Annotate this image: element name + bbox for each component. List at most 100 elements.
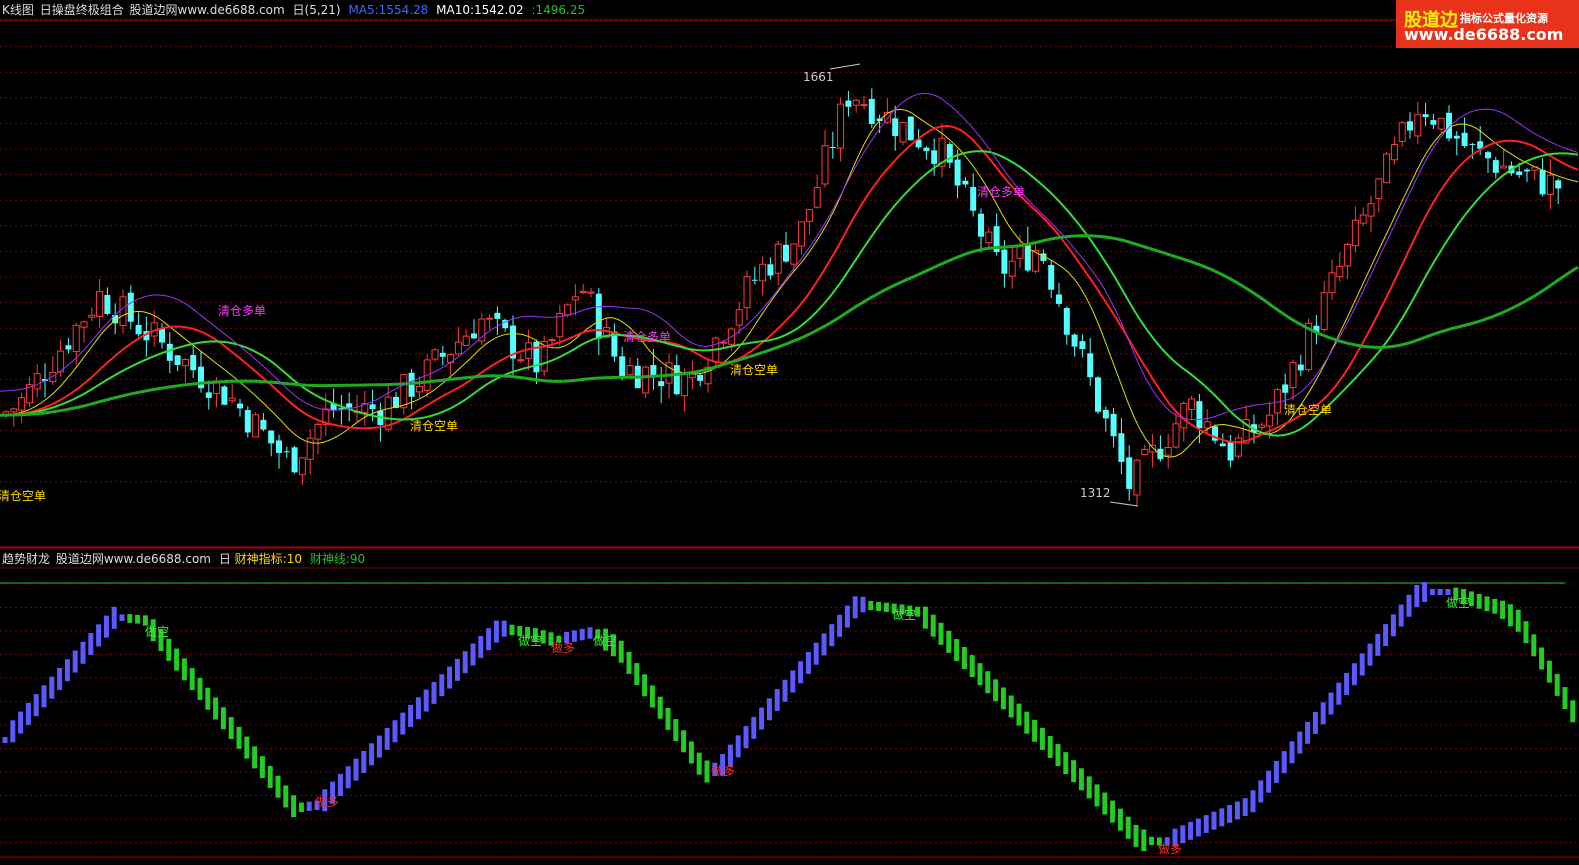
oscillator-bar [376,735,382,758]
oscillator-bar [478,635,484,658]
indicator-readout: 财神指标:10 [234,552,302,566]
trade-signal-label: 做空 [593,633,617,648]
oscillator-bar [1242,798,1248,817]
oscillator-bar [174,648,180,671]
oscillator-bar [1437,589,1443,595]
oscillator-bar [283,785,289,808]
oscillator-bar [696,752,702,775]
oscillator-bar [1055,744,1061,767]
oscillator-bar [829,624,835,647]
oscillator-bar [80,641,86,664]
oscillator-bar [135,614,141,624]
oscillator-bar [813,642,819,665]
oscillator-bar [1492,598,1498,614]
oscillator-bar [1039,727,1045,750]
oscillator-bar [1289,741,1295,764]
oscillator-bar [782,679,788,702]
oscillator-bar [236,726,242,749]
oscillator-bar [883,602,889,612]
oscillator-bar [267,765,273,788]
oscillator-bar [1094,784,1100,807]
oscillator-bar [1531,634,1537,657]
oscillator-bar [642,674,648,697]
oscillator-bar [103,615,109,638]
oscillator-bar [1047,735,1053,758]
oscillator-bar [1383,624,1389,647]
oscillator-bar [751,716,757,739]
oscillator-bar [1507,604,1513,627]
oscillator-bar [259,756,265,779]
oscillator-bar [1258,780,1264,803]
oscillator-bar [1562,687,1568,710]
oscillator-bar [985,671,991,694]
oscillator-bar [10,720,16,743]
oscillator-bar [228,717,234,740]
oscillator-bar [961,647,967,670]
oscillator-bar [1266,770,1272,793]
indicator-chart[interactable]: 做空做多做空 做多 做空做多做空做多做空 [0,0,1579,865]
oscillator-bar [1110,800,1116,823]
brand-logo[interactable]: 股道边 指标公式量化资源 www.de6688.com [1396,0,1579,48]
oscillator-bar [1219,808,1225,827]
oscillator-bar [844,605,850,628]
oscillator-bar [1312,712,1318,735]
oscillator-bar [774,689,780,712]
oscillator-bar [1273,760,1279,783]
oscillator-bar [1063,752,1069,775]
oscillator-bar [805,651,811,674]
oscillator-bar [1398,604,1404,627]
oscillator-bar [954,638,960,661]
oscillator-bar [969,655,975,678]
oscillator-bar [649,685,655,708]
oscillator-bar [1125,816,1131,839]
oscillator-bar [2,737,8,743]
trade-signal-label: 做多 [711,763,735,778]
oscillator-bar [837,614,843,637]
logo-url: www.de6688.com [1404,25,1564,44]
oscillator-bar [1484,596,1490,612]
oscillator-bar [657,696,663,719]
oscillator-bar [400,712,406,735]
oscillator-bar [1445,589,1451,595]
oscillator-bar [1570,700,1576,723]
oscillator-bar [1523,621,1529,644]
ma-long-readout: :1496.25 [531,3,586,17]
oscillator-bar [1414,585,1420,608]
sub-period-text: 日 [218,552,231,566]
oscillator-bar [1320,702,1326,725]
oscillator-bar [33,694,39,717]
oscillator-bar [993,679,999,702]
trade-signal-label: 做空 [145,624,169,639]
oscillator-bar [470,643,476,666]
oscillator-bar [1406,594,1412,617]
trade-signal-label: 做多 [551,640,575,655]
oscillator-bar [1016,703,1022,726]
oscillator-bar [852,596,858,619]
oscillator-bar [876,601,882,612]
oscillator-bar [41,685,47,708]
ma5-readout: MA5:1554.28 [348,3,429,17]
oscillator-bar [1086,776,1092,799]
oscillator-bar [369,743,375,766]
oscillator-bar [1429,589,1435,595]
trade-signal-label: 做空 [1446,595,1470,610]
site-text: 股道边网www.de6688.com [129,3,285,17]
stock-chart-app: 1661 1312 清仓空单 清仓多单 清仓空单 清仓多单 清仓空单 清仓多单 清仓空单 做空做… [0,0,1579,865]
oscillator-bar [509,624,515,636]
oscillator-bar [735,735,741,758]
oscillator-bar [96,624,102,647]
oscillator-bar [743,726,749,749]
oscillator-bar [111,606,117,629]
oscillator-bar [439,674,445,697]
oscillator-bar [1390,614,1396,637]
oscillator-bar [618,640,624,663]
oscillator-bar [1141,829,1147,852]
oscillator-bar [665,707,671,730]
oscillator-bars [2,581,1576,852]
oscillator-bar [127,614,133,623]
oscillator-bar [220,707,226,730]
oscillator-bar [1476,593,1482,609]
oscillator-bar [1024,711,1030,734]
oscillator-bar [454,658,460,681]
trade-signal-label: 做空 [518,633,542,648]
